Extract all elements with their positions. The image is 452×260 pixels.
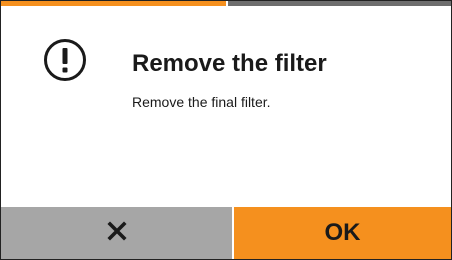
button-bar: OK [1,207,451,259]
progress-remaining-segment [228,1,451,6]
dialog-message: Remove the final filter. [132,94,271,110]
ok-button[interactable]: OK [234,207,451,259]
close-x-icon [106,220,127,246]
ok-button-label: OK [324,219,361,246]
progress-complete-segment [1,1,226,6]
dialog-screen: Remove the filter Remove the final filte… [0,0,452,260]
step-progress-bar [1,0,451,6]
cancel-button[interactable] [1,207,232,259]
exclamation-circle-icon [43,38,87,82]
dialog-title: Remove the filter [132,50,327,77]
